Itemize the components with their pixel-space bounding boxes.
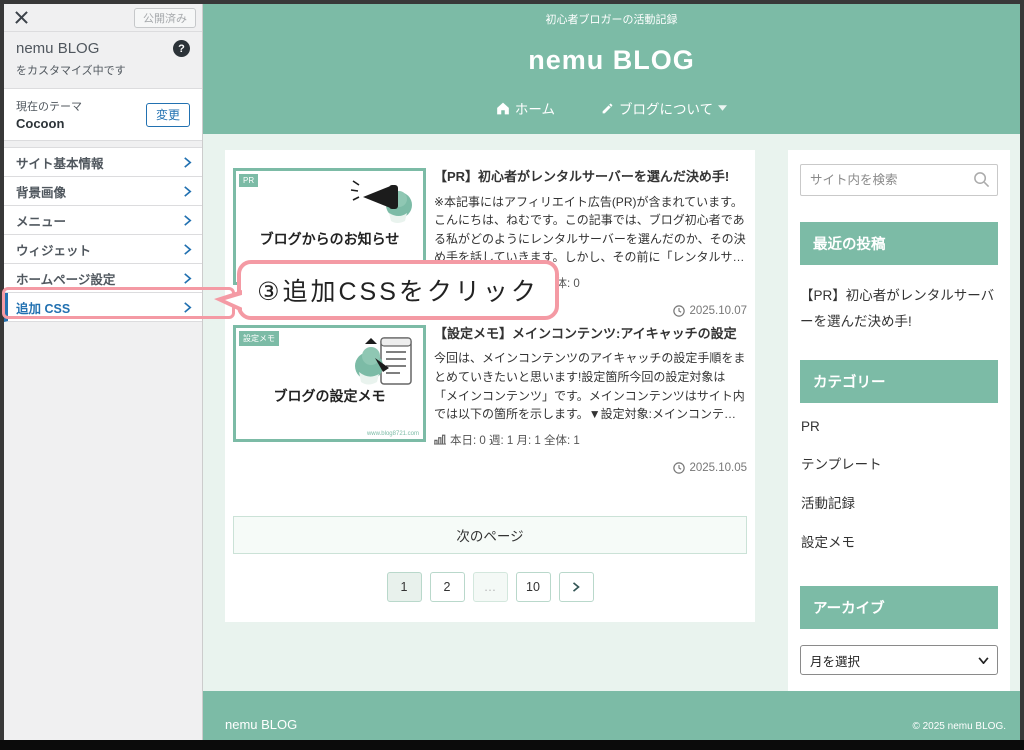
menu-item-widgets[interactable]: ウィジェット [4,235,202,264]
nav-label: ホーム [515,98,555,118]
nav-label: ブログについて [619,98,713,118]
recent-posts-heading: 最近の投稿 [800,222,998,265]
customized-site-title: nemu BLOG [16,40,99,57]
menu-item-label: サイト基本情報 [16,153,104,172]
footer-copyright: © 2025 nemu BLOG. [912,721,1006,732]
home-icon [496,102,510,115]
current-theme-section: 現在のテーマ Cocoon 変更 [4,89,202,141]
page-ellipsis: … [473,572,508,602]
post-title[interactable]: 【PR】初心者がレンタルサーバーを選んだ決め手! [434,168,747,186]
chevron-right-icon [183,302,192,313]
chevron-right-icon [572,582,580,592]
post-excerpt: 今回は、メインコンテンツのアイキャッチの設定手順をまとめていきたいと思います!設… [434,349,747,423]
post-excerpt: ※本記事にはアフィリエイト広告(PR)が含まれています。こんにちは、ねむです。こ… [434,193,747,267]
current-theme-name: Cocoon [16,116,82,131]
current-theme-label: 現在のテーマ [16,98,82,114]
memo-illustration [349,336,415,388]
archive-heading: アーカイブ [800,586,998,629]
menu-item-homepage-settings[interactable]: ホームページ設定 [4,264,202,293]
menu-item-label: メニュー [16,211,66,230]
page-button-1[interactable]: 1 [387,572,422,602]
menu-item-menus[interactable]: メニュー [4,206,202,235]
site-body: PR ブログからのお知らせ [203,134,1020,691]
footer-site-name: nemu BLOG [225,717,297,732]
post-date-text: 2025.10.07 [689,305,747,317]
post-date-text: 2025.10.05 [689,462,747,474]
thumbnail-watermark: www.blog8721.com [367,431,419,437]
customizer-title-section: nemu BLOG ? をカスタマイズ中です [4,32,202,89]
site-tagline: 初心者ブロガーの活動記録 [203,4,1020,27]
post-thumbnail[interactable]: 設定メモ ブログの設定メモ [233,325,426,442]
site-footer: nemu BLOG © 2025 nemu BLOG. [203,691,1020,740]
chevron-right-icon [183,157,192,168]
search-input[interactable] [800,164,998,196]
chevron-right-icon [183,215,192,226]
taskbar-strip [0,740,1024,750]
chart-icon [434,434,446,445]
customizer-topbar: 公開済み [4,4,202,32]
category-badge: PR [239,174,258,187]
megaphone-illustration [349,179,415,225]
category-link-settings[interactable]: 設定メモ [800,521,998,560]
menu-item-background-image[interactable]: 背景画像 [4,177,202,206]
category-badge: 設定メモ [239,331,279,346]
category-link-activity[interactable]: 活動記録 [800,482,998,521]
customizer-menu: サイト基本情報 背景画像 メニュー ウィジェット ホームページ設定 [4,147,202,322]
chevron-right-icon [183,273,192,284]
post-stats: 本日: 0 週: 1 月: 1 全体: 1 [434,432,747,448]
recent-post-link[interactable]: 【PR】初心者がレンタルサーバーを選んだ決め手! [800,283,998,334]
page-button-2[interactable]: 2 [430,572,465,602]
window-frame: 公開済み nemu BLOG ? をカスタマイズ中です 現在のテーマ Cocoo… [0,0,1024,750]
post-card[interactable]: 設定メモ ブログの設定メモ [233,325,747,448]
post-stats-text: 本日: 0 週: 1 月: 1 全体: 1 [450,432,580,448]
help-icon[interactable]: ? [173,40,190,57]
customizing-label: をカスタマイズ中です [16,62,190,78]
pagination: 1 2 … 10 [233,572,747,602]
menu-item-site-identity[interactable]: サイト基本情報 [4,148,202,177]
post-list: PR ブログからのお知らせ [225,150,755,622]
thumbnail-caption: ブログの設定メモ [236,386,423,406]
annotation-bubble: ③追加CSSをクリック [237,260,559,320]
archive-select[interactable]: 月を選択 [800,645,998,675]
search-widget [800,164,998,196]
category-link-template[interactable]: テンプレート [800,443,998,482]
pencil-icon [601,102,614,115]
category-list: PR テンプレート 活動記録 設定メモ [800,409,998,560]
thumbnail-caption: ブログからのお知らせ [236,229,423,249]
change-theme-button[interactable]: 変更 [146,103,190,127]
published-button[interactable]: 公開済み [134,8,196,28]
customizer-panel: 公開済み nemu BLOG ? をカスタマイズ中です 現在のテーマ Cocoo… [4,4,203,740]
menu-item-label: ウィジェット [16,240,91,259]
site-header: 初心者ブロガーの活動記録 nemu BLOG ホーム ブログについて [203,4,1020,134]
menu-item-label: 追加 CSS [16,298,70,317]
archive-select-value: 月を選択 [810,651,860,670]
site-preview: 初心者ブロガーの活動記録 nemu BLOG ホーム ブログについて [203,4,1020,740]
site-title[interactable]: nemu BLOG [203,45,1020,76]
close-icon[interactable] [4,4,38,31]
page-button-10[interactable]: 10 [516,572,551,602]
annotation-text: ③追加CSSをクリック [257,272,539,308]
chevron-down-icon [718,105,727,111]
chevron-down-icon [978,657,989,664]
menu-item-label: ホームページ設定 [16,269,115,288]
category-link-pr[interactable]: PR [800,409,998,443]
next-page-button[interactable]: 次のページ [233,516,747,554]
nav-home-link[interactable]: ホーム [496,98,555,118]
chevron-right-icon [183,244,192,255]
nav-about-link[interactable]: ブログについて [601,98,727,118]
chevron-right-icon [183,186,192,197]
clock-icon [673,462,685,474]
post-title[interactable]: 【設定メモ】メインコンテンツ:アイキャッチの設定 [434,325,747,343]
site-nav: ホーム ブログについて [203,98,1020,118]
clock-icon [673,305,685,317]
page-next-button[interactable] [559,572,594,602]
menu-item-label: 背景画像 [16,182,66,201]
site-sidebar: 最近の投稿 【PR】初心者がレンタルサーバーを選んだ決め手! カテゴリー PR … [788,150,1010,691]
menu-item-additional-css[interactable]: 追加 CSS [4,293,202,322]
category-heading: カテゴリー [800,360,998,403]
search-icon[interactable] [973,171,990,188]
post-date: 2025.10.05 [233,462,747,474]
